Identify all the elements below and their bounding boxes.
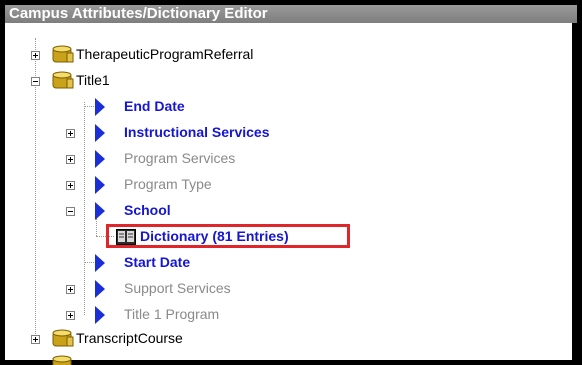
window-border-right [572, 23, 577, 365]
tree-item-end-date[interactable]: End Date [0, 94, 400, 120]
blue-arrow-icon [95, 176, 105, 194]
folder-cylinder-icon [52, 71, 74, 89]
tree-item-label: TherapeuticProgramReferral [76, 46, 254, 62]
tree-item-school[interactable]: School [0, 198, 400, 224]
tree-item-instructional-services[interactable]: Instructional Services [0, 120, 400, 146]
expand-icon[interactable] [66, 285, 75, 294]
blue-arrow-icon [95, 124, 105, 142]
tree-item-label: Start Date [124, 254, 191, 270]
expand-icon[interactable] [66, 181, 75, 190]
tree-item-title1-program[interactable]: Title 1 Program [0, 302, 400, 328]
tree-item-partial[interactable] [0, 352, 400, 365]
attribute-tree: TherapeuticProgramReferral Title1 End Da… [0, 0, 572, 365]
tree-item-program-services[interactable]: Program Services [0, 146, 400, 172]
blue-arrow-icon [95, 98, 105, 116]
tree-item-start-date[interactable]: Start Date [0, 250, 400, 276]
tree-item-label: TranscriptCourse [76, 330, 183, 346]
expand-icon[interactable] [31, 335, 40, 344]
expand-icon[interactable] [66, 155, 75, 164]
tree-item-label: Instructional Services [124, 124, 270, 140]
collapse-icon[interactable] [66, 207, 75, 216]
expand-icon[interactable] [66, 129, 75, 138]
highlight-box [106, 224, 350, 248]
tree-item-program-type[interactable]: Program Type [0, 172, 400, 198]
expand-icon[interactable] [31, 51, 40, 60]
blue-arrow-icon [95, 306, 105, 324]
tree-item-label: Program Services [124, 150, 236, 166]
tree-item-label: Support Services [124, 280, 231, 296]
tree-item-therapeutic-program-referral[interactable]: TherapeuticProgramReferral [0, 42, 400, 68]
tree-item-title1[interactable]: Title1 [0, 68, 400, 94]
blue-arrow-icon [95, 254, 105, 272]
tree-item-label: Title1 [76, 72, 110, 88]
folder-cylinder-icon [52, 355, 72, 365]
tree-item-label: End Date [124, 98, 185, 114]
tree-item-transcript-course[interactable]: TranscriptCourse [0, 326, 400, 352]
collapse-icon[interactable] [31, 77, 40, 86]
folder-cylinder-icon [52, 329, 74, 347]
blue-arrow-icon [95, 202, 105, 220]
tree-item-label: Title 1 Program [124, 306, 220, 322]
tree-item-support-services[interactable]: Support Services [0, 276, 400, 302]
tree-item-label: Program Type [124, 176, 212, 192]
expand-icon[interactable] [66, 311, 75, 320]
blue-arrow-icon [95, 150, 105, 168]
tree-item-label: School [124, 202, 171, 218]
folder-cylinder-icon [52, 45, 74, 63]
blue-arrow-icon [95, 280, 105, 298]
